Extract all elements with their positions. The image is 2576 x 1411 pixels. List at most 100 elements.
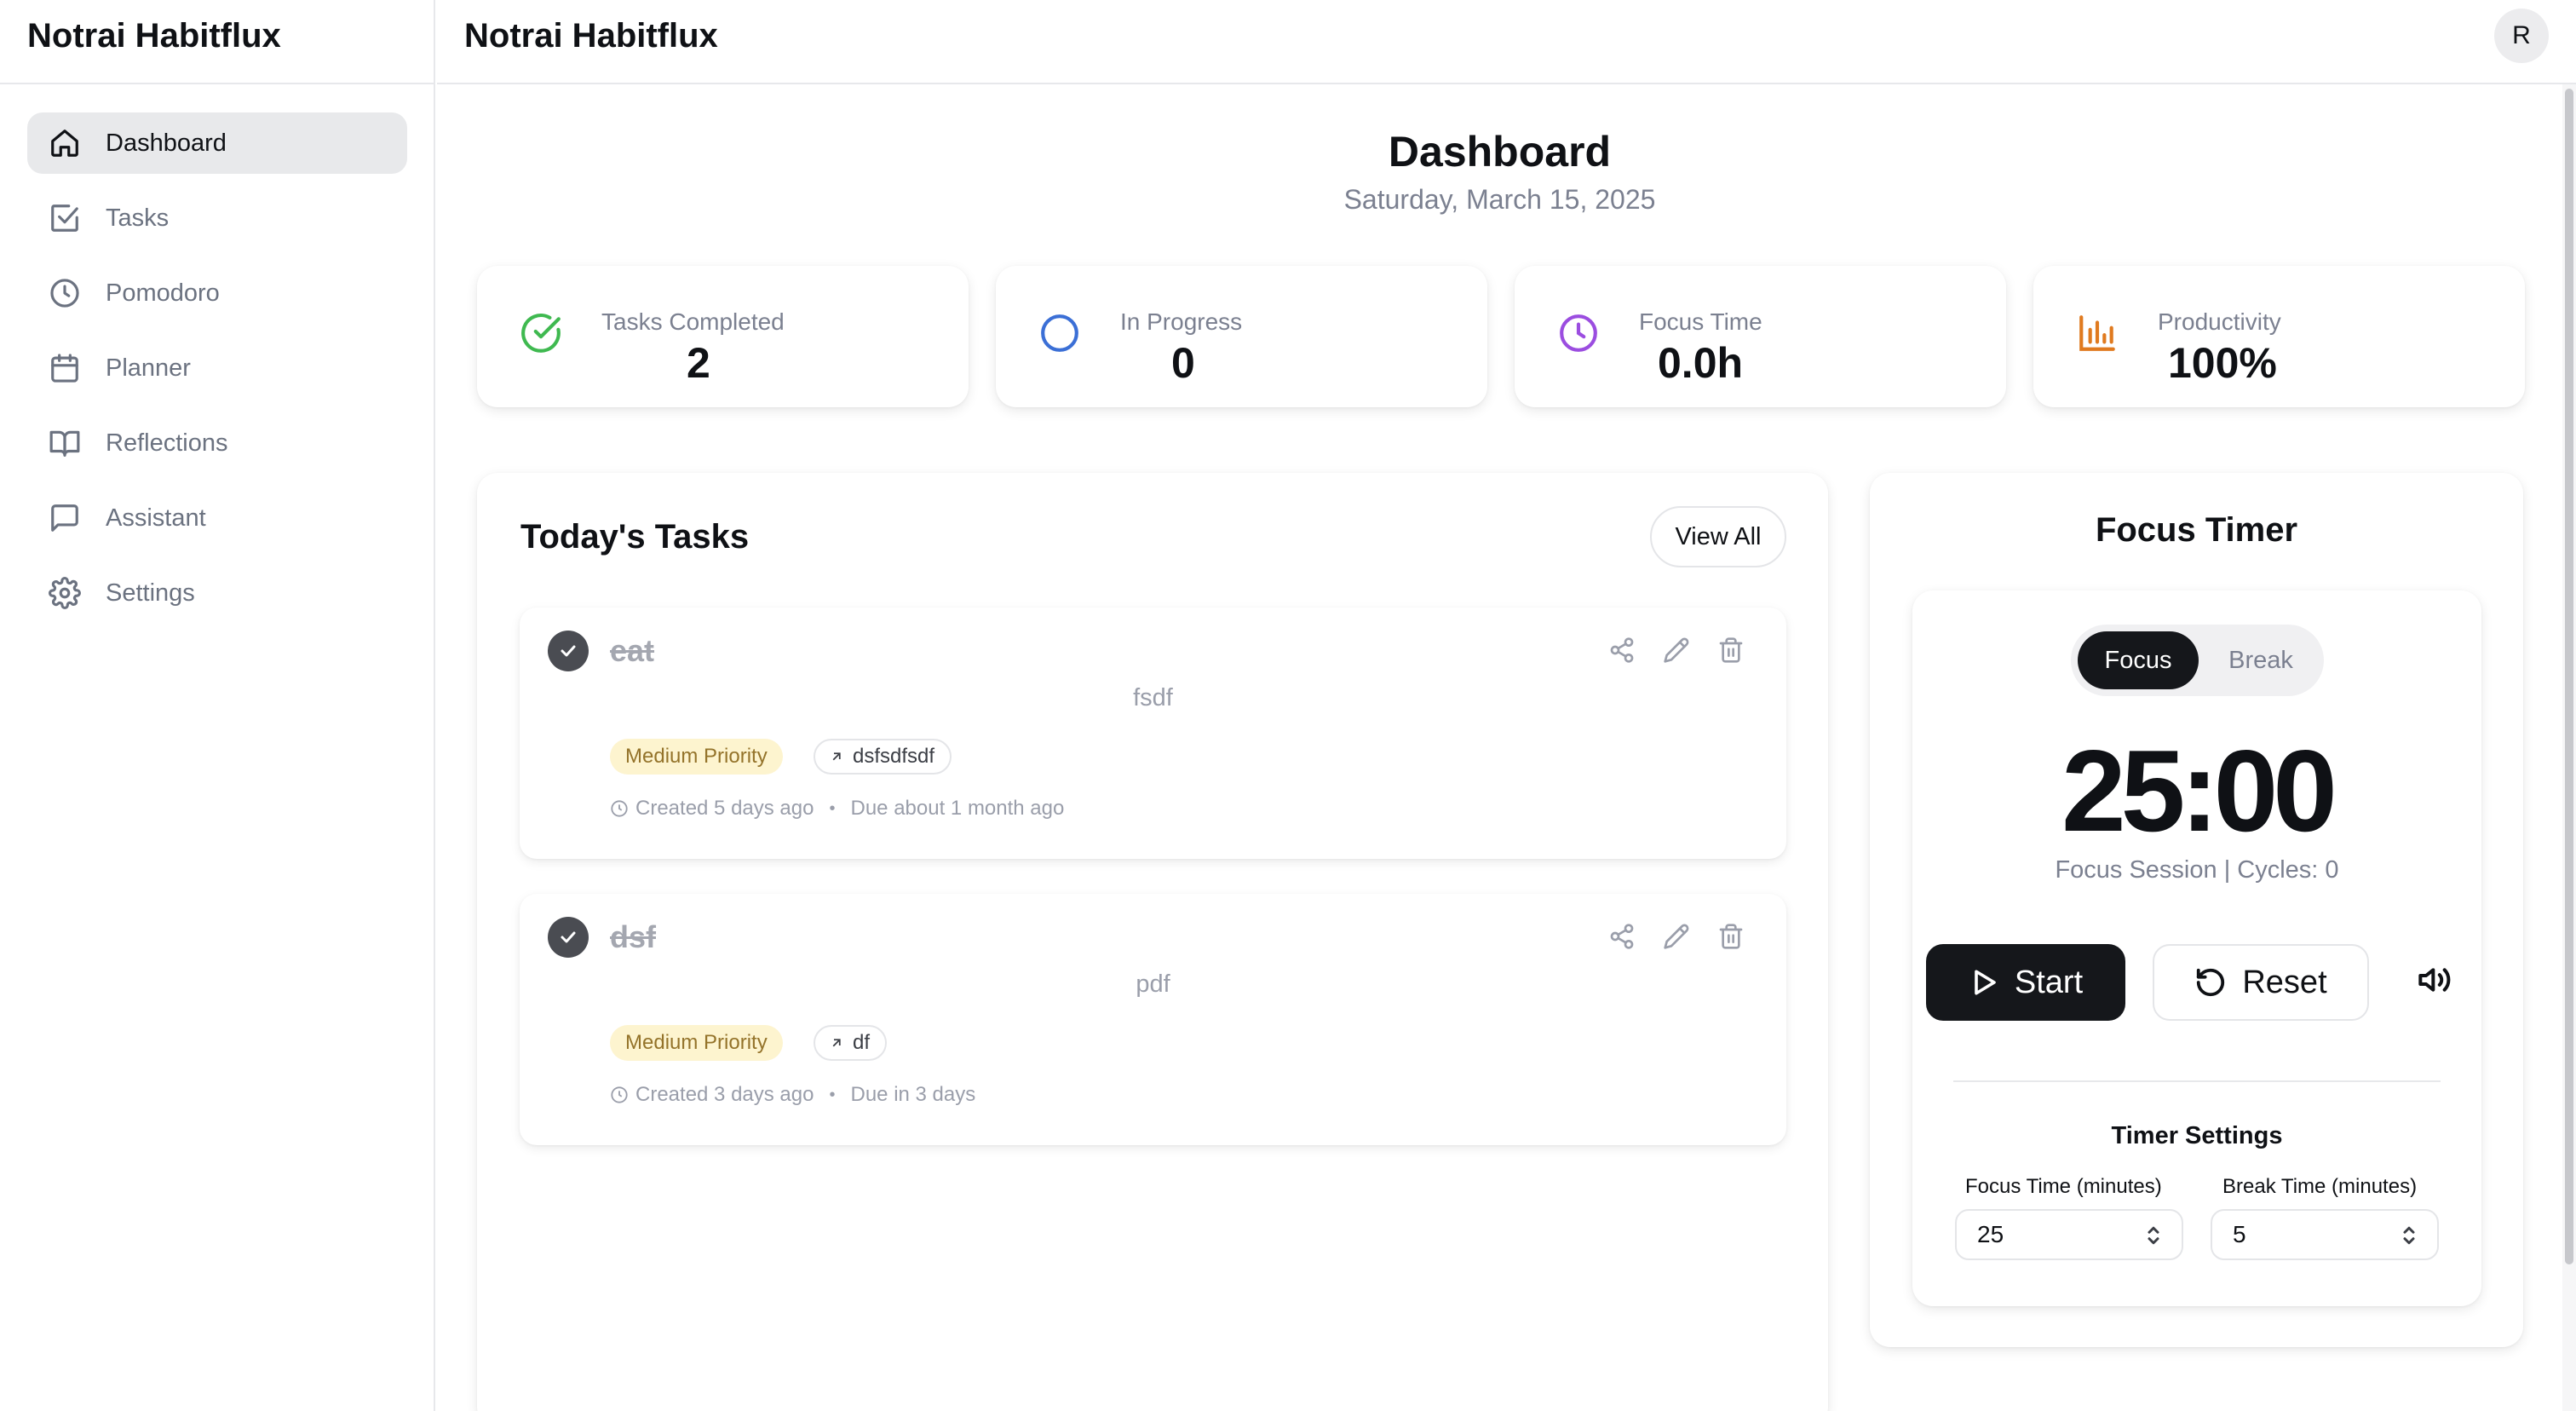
priority-badge: Medium Priority [610,739,783,775]
task-description: pdf [1136,970,1170,998]
reset-button[interactable]: Reset [2153,944,2369,1021]
focus-time-label: Focus Time (minutes) [1965,1175,2162,1198]
brand-name: Notrai Habitflux [27,17,281,55]
share-task-button[interactable] [1605,633,1639,667]
break-time-input[interactable]: 5 [2211,1209,2439,1260]
sidebar-item-settings[interactable]: Settings [27,562,407,624]
stat-card-productivity: Productivity 100% [2033,266,2525,407]
task-description: fsdf [1133,684,1173,711]
sound-toggle-button[interactable] [2412,957,2458,1003]
task-title: dsf [610,919,656,954]
arrow-up-right-icon [832,752,841,761]
top-header: Notrai Habitflux R [437,0,2576,84]
arrow-up-right-icon [832,1039,841,1047]
check-circle-icon [521,314,561,353]
bar-chart-icon [2079,315,2115,351]
sidebar-item-tasks[interactable]: Tasks [27,187,407,249]
stat-card-tasks-completed: Tasks Completed 2 [477,266,969,407]
stat-label: Tasks Completed [601,308,785,335]
sidebar-item-label: Tasks [106,204,170,232]
check-icon [561,931,576,943]
pencil-icon [1664,924,1689,949]
trash-icon [1719,637,1743,663]
task-complete-toggle[interactable] [548,917,589,958]
priority-badge: Medium Priority [610,1025,783,1061]
task-created: Created 3 days ago [635,1083,814,1106]
task-tag[interactable]: dsfsdfsdf [814,739,952,775]
focus-time-input[interactable]: 25 [1955,1209,2183,1260]
sidebar-divider [0,83,435,84]
timer-mode-toggle: Focus Break [2071,625,2324,696]
sidebar-item-label: Settings [106,579,195,607]
sidebar-item-dashboard[interactable]: Dashboard [27,112,407,174]
timer-settings-heading: Timer Settings [2111,1122,2283,1149]
rotate-ccw-icon [2197,968,2225,997]
task-complete-toggle[interactable] [548,631,589,671]
task-card: eat fsdf Medium Priority dsfsdfsdf Creat… [520,608,1786,859]
break-time-value: 5 [2233,1221,2246,1247]
sidebar-item-assistant[interactable]: Assistant [27,487,407,549]
task-tag-label: df [853,1031,871,1054]
stepper-icon[interactable] [2144,1223,2163,1248]
focus-mode-button[interactable]: Focus [2078,631,2199,689]
focus-time-value: 25 [1977,1221,2004,1247]
edit-task-button[interactable] [1659,633,1693,667]
sidebar-item-label: Reflections [106,429,228,457]
stepper-icon[interactable] [2400,1223,2418,1248]
sidebar-item-pomodoro[interactable]: Pomodoro [27,262,407,324]
timer-session-info: Focus Session | Cycles: 0 [2055,856,2339,884]
stat-card-in-progress: In Progress 0 [996,266,1487,407]
page-title: Dashboard [1388,128,1612,176]
avatar[interactable]: R [2494,9,2549,63]
pencil-icon [1664,637,1689,663]
tasks-heading: Today's Tasks [520,518,750,556]
share-task-button[interactable] [1605,919,1639,953]
volume-icon [2418,968,2451,992]
page-date: Saturday, March 15, 2025 [1343,184,1656,215]
todays-tasks-panel: Today's Tasks View All eat fsdf Medium P… [477,473,1828,1411]
task-title: eat [610,633,655,668]
delete-task-button[interactable] [1714,633,1748,667]
book-icon [48,426,82,460]
share-icon [1610,924,1634,949]
sidebar-item-label: Dashboard [106,129,227,157]
check-icon [561,645,576,657]
sidebar-item-label: Planner [106,354,191,382]
task-tag-label: dsfsdfsdf [853,745,935,768]
sidebar-item-reflections[interactable]: Reflections [27,412,407,474]
scrollbar-thumb[interactable] [2565,89,2573,1264]
delete-task-button[interactable] [1714,919,1748,953]
stat-label: Focus Time [1639,308,1762,335]
stat-value: 0.0h [1658,339,1744,387]
stat-value: 2 [687,339,710,387]
view-all-button[interactable]: View All [1650,506,1786,567]
timer-divider [1953,1080,2441,1082]
sidebar-item-label: Assistant [106,504,206,532]
meta-separator: • [829,798,836,818]
trash-icon [1719,924,1743,949]
chat-icon [48,501,82,535]
play-icon [1975,970,1996,995]
checkbox-icon [48,201,82,235]
stat-label: Productivity [2158,308,2281,335]
task-tag[interactable]: df [814,1025,888,1061]
task-meta: Created 5 days ago • Due about 1 month a… [610,797,1064,821]
clock-icon [1560,314,1597,352]
clock-icon [611,1086,628,1103]
stat-card-focus-time: Focus Time 0.0h [1515,266,2006,407]
start-button[interactable]: Start [1926,944,2125,1021]
timer-display: 25:00 [2061,726,2337,855]
focus-timer-panel: Focus Timer Focus Break 25:00 Focus Sess… [1870,473,2523,1347]
task-meta: Created 3 days ago • Due in 3 days [610,1083,975,1107]
share-icon [1610,637,1634,663]
break-mode-button[interactable]: Break [2204,631,2318,689]
task-card: dsf pdf Medium Priority df Created 3 day… [520,894,1786,1145]
task-due: Due in 3 days [850,1083,976,1106]
stat-value: 0 [1171,339,1195,387]
home-icon [48,126,82,160]
edit-task-button[interactable] [1659,919,1693,953]
clock-icon [611,800,628,817]
calendar-icon [48,351,82,385]
timer-card: Focus Break 25:00 Focus Session | Cycles… [1912,590,2481,1306]
sidebar-item-planner[interactable]: Planner [27,337,407,399]
